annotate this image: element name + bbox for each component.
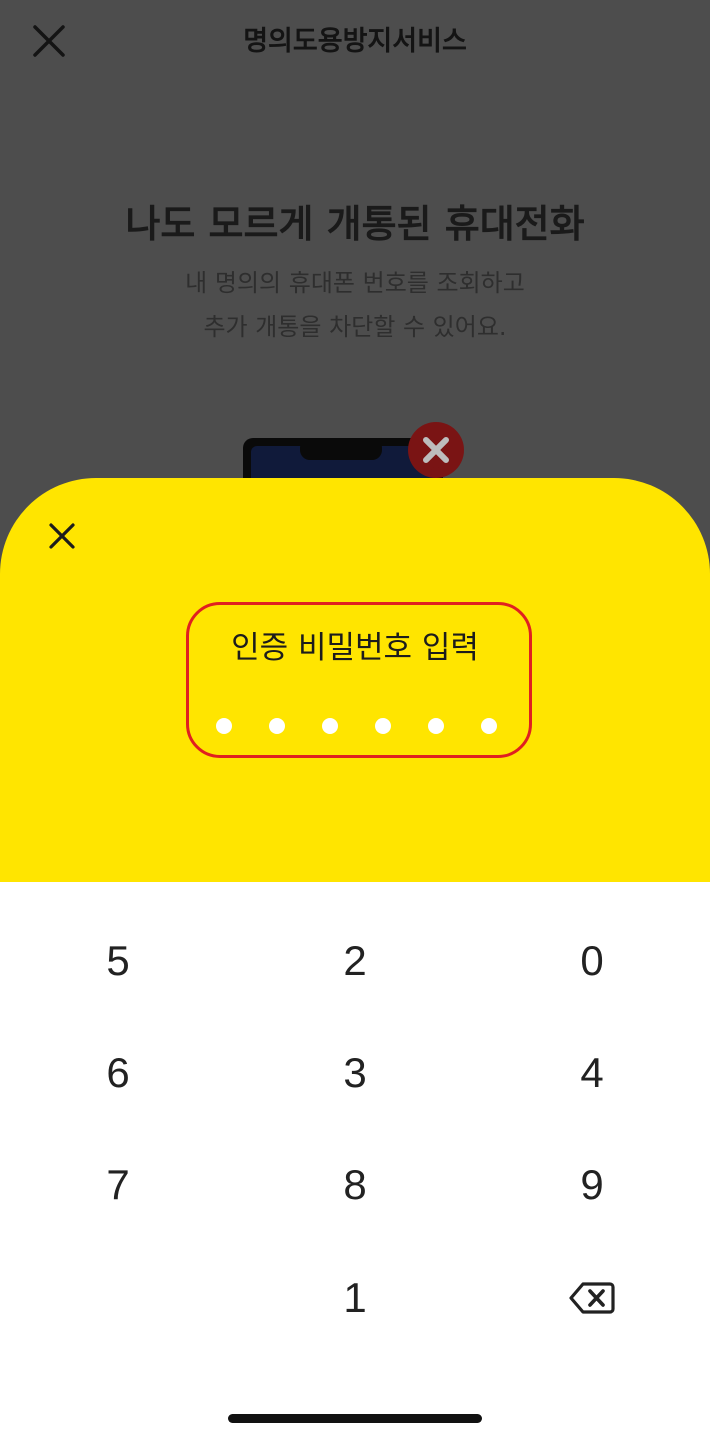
keypad-empty-slot (0, 1242, 236, 1354)
keypad-key-4[interactable]: 4 (474, 1017, 710, 1129)
pin-dot (481, 718, 497, 734)
pin-dot (269, 718, 285, 734)
close-icon[interactable] (42, 516, 82, 556)
keypad-key-7[interactable]: 7 (0, 1129, 236, 1241)
page-title: 명의도용방지서비스 (243, 26, 467, 57)
keypad-key-1[interactable]: 1 (237, 1242, 473, 1354)
pin-dot (216, 718, 232, 734)
keypad-key-8[interactable]: 8 (237, 1129, 473, 1241)
background-description-line-1: 내 명의의 휴대폰 번호를 조회하고 (185, 269, 525, 297)
pin-dot (375, 718, 391, 734)
home-indicator (228, 1414, 482, 1423)
pin-dots (0, 718, 710, 738)
keypad-key-6[interactable]: 6 (0, 1017, 236, 1129)
background-description-line-2: 추가 개통을 차단할 수 있어요. (203, 313, 507, 341)
pin-dot (428, 718, 444, 734)
keypad-key-3[interactable]: 3 (237, 1017, 473, 1129)
pin-title: 인증 비밀번호 입력 (231, 630, 479, 666)
numeric-keypad: 520 634 7891 (0, 882, 710, 1440)
background-headline: 나도 모르게 개통된 휴대전화 (125, 202, 585, 246)
pin-header: 인증 비밀번호 입력 (0, 478, 710, 882)
keypad-key-9[interactable]: 9 (474, 1129, 710, 1241)
keypad-key-5[interactable]: 5 (0, 905, 236, 1017)
backspace-icon (569, 1282, 615, 1314)
backspace-button[interactable] (474, 1242, 710, 1354)
keypad-key-0[interactable]: 0 (474, 905, 710, 1017)
pin-entry-sheet: 인증 비밀번호 입력 520 634 7891 (0, 478, 710, 1440)
background-top-bar: 명의도용방지서비스 (0, 0, 710, 84)
screen: 명의도용방지서비스 나도 모르게 개통된 휴대전화 내 명의의 휴대폰 번호를 … (0, 0, 710, 1440)
pin-dot (322, 718, 338, 734)
keypad-key-2[interactable]: 2 (237, 905, 473, 1017)
